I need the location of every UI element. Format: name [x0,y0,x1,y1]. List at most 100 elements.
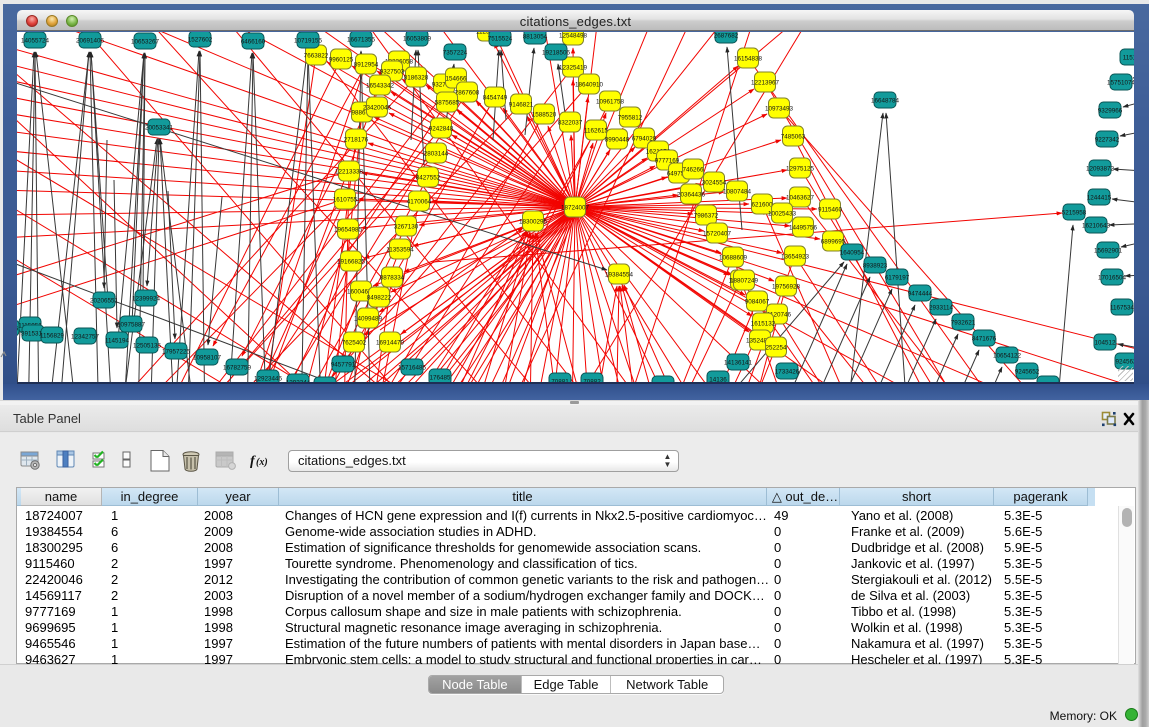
svg-text:9457791: 9457791 [331,362,356,369]
svg-text:7357224: 7357224 [443,50,468,57]
svg-text:7663822: 7663822 [304,53,329,60]
svg-text:3024554: 3024554 [702,180,727,187]
svg-text:1527602: 1527602 [188,37,213,44]
svg-text:10961758: 10961758 [596,99,625,106]
svg-text:9474444: 9474444 [908,291,933,298]
svg-text:6179197: 6179197 [885,275,910,282]
svg-text:10688609: 10688609 [719,255,748,262]
svg-text:16648784: 16648784 [871,98,900,105]
svg-text:8322037: 8322037 [558,120,583,127]
svg-text:9327503: 9327503 [380,69,405,76]
svg-text:16210643: 16210643 [1082,223,1111,230]
svg-text:16914479: 16914479 [376,340,405,347]
svg-text:15751074: 15751074 [1107,80,1134,87]
svg-text:1640954: 1640954 [840,250,865,257]
svg-text:621600: 621600 [751,202,773,209]
svg-text:11353594: 11353594 [386,247,414,254]
svg-text:9115460: 9115460 [818,207,843,214]
svg-text:1145194: 1145194 [105,338,130,345]
svg-text:8938923: 8938923 [863,263,888,270]
svg-text:10463627: 10463627 [786,195,815,202]
svg-text:15720407: 15720407 [703,231,732,238]
svg-text:18807249: 18807249 [730,278,759,285]
svg-text:6899695: 6899695 [821,239,846,246]
svg-text:18300295: 18300295 [519,219,548,226]
svg-text:8427552: 8427552 [416,175,441,182]
svg-text:12342757: 12342757 [71,334,100,341]
svg-text:2718176: 2718176 [344,137,369,144]
svg-text:1588520: 1588520 [532,112,557,119]
svg-text:8498222: 8498222 [367,295,392,302]
svg-text:13654923: 13654923 [781,254,810,261]
svg-text:12213338: 12213338 [335,169,364,176]
svg-text:9242848: 9242848 [429,126,454,133]
svg-text:1615132: 1615132 [751,321,776,328]
svg-text:11511: 11511 [1123,55,1134,62]
svg-text:104512: 104512 [1094,340,1116,347]
svg-text:16671355: 16671355 [347,37,376,44]
svg-text:746266: 746266 [682,167,704,174]
svg-text:20053341: 20053341 [145,125,174,132]
svg-text:17957225: 17957225 [162,349,191,356]
svg-text:154666: 154666 [445,76,467,83]
svg-text:12213967: 12213967 [751,80,780,87]
svg-text:16543342: 16543342 [366,83,395,90]
svg-text:8990448: 8990448 [605,137,630,144]
svg-text:3267130: 3267130 [394,224,419,231]
svg-text:7515524: 7515524 [488,36,513,43]
svg-text:7625402: 7625402 [342,340,367,347]
svg-text:7932621: 7932621 [951,320,976,327]
svg-text:10654122: 10654122 [993,353,1022,360]
svg-text:19384554: 19384554 [605,272,634,279]
svg-text:8878334: 8878334 [380,275,405,282]
svg-text:(x): (x) [256,457,268,468]
svg-text:10973493: 10973493 [765,106,794,113]
svg-text:176485: 176485 [429,375,451,382]
svg-text:5215958: 5215958 [1062,210,1087,217]
svg-text:14099489: 14099489 [354,316,383,323]
svg-text:14495756: 14495756 [789,225,818,232]
svg-text:19218506: 19218506 [542,50,571,57]
svg-text:9329966: 9329966 [1098,108,1123,115]
svg-text:2687682: 2687682 [714,33,739,40]
svg-text:4170064: 4170064 [407,199,432,206]
svg-text:1156829: 1156829 [40,333,65,340]
svg-text:1162615: 1162615 [584,128,609,135]
svg-text:7485063: 7485063 [781,134,806,141]
svg-text:18640910: 18640910 [575,82,604,89]
svg-text:6466160: 6466160 [241,39,266,46]
svg-text:16782759: 16782759 [223,365,252,372]
svg-text:2803144: 2803144 [424,151,449,158]
svg-text:2933114: 2933114 [929,305,954,312]
svg-text:19654985: 19654985 [334,227,363,234]
svg-text:7955812: 7955812 [618,115,643,122]
svg-text:16053809: 16053809 [403,36,432,43]
svg-text:10958107: 10958107 [193,355,222,362]
svg-text:17016504: 17016504 [1098,275,1127,282]
svg-text:5875685: 5875685 [435,100,460,107]
svg-text:2867608: 2867608 [455,90,480,97]
svg-text:8454749: 8454749 [483,95,508,102]
svg-text:23420046: 23420046 [363,105,392,112]
svg-text:9960125: 9960125 [329,57,354,64]
svg-text:1244415: 1244415 [1087,195,1112,202]
svg-text:8186328: 8186328 [404,75,429,82]
svg-text:15692901: 15692901 [1094,248,1123,255]
svg-text:20206551: 20206551 [90,298,119,305]
svg-text:10719155: 10719155 [294,38,323,45]
svg-text:10975887: 10975887 [117,322,146,329]
svg-text:252254: 252254 [765,345,787,352]
svg-text:8471676: 8471676 [972,336,997,343]
svg-text:10025433: 10025433 [768,211,797,218]
svg-text:14136141: 14136141 [724,360,753,367]
svg-text:12399924: 12399924 [132,296,161,303]
svg-text:10807484: 10807484 [723,189,752,196]
svg-text:20691406: 20691406 [76,38,105,45]
svg-text:12325419: 12325419 [559,65,588,72]
svg-text:1610755: 1610755 [333,197,358,204]
svg-text:1733426: 1733426 [775,369,800,376]
svg-text:19166825: 19166825 [337,259,366,266]
svg-text:20364436: 20364436 [677,192,706,199]
svg-text:12548498: 12548498 [559,33,588,40]
svg-text:12975125: 12975125 [786,166,815,173]
